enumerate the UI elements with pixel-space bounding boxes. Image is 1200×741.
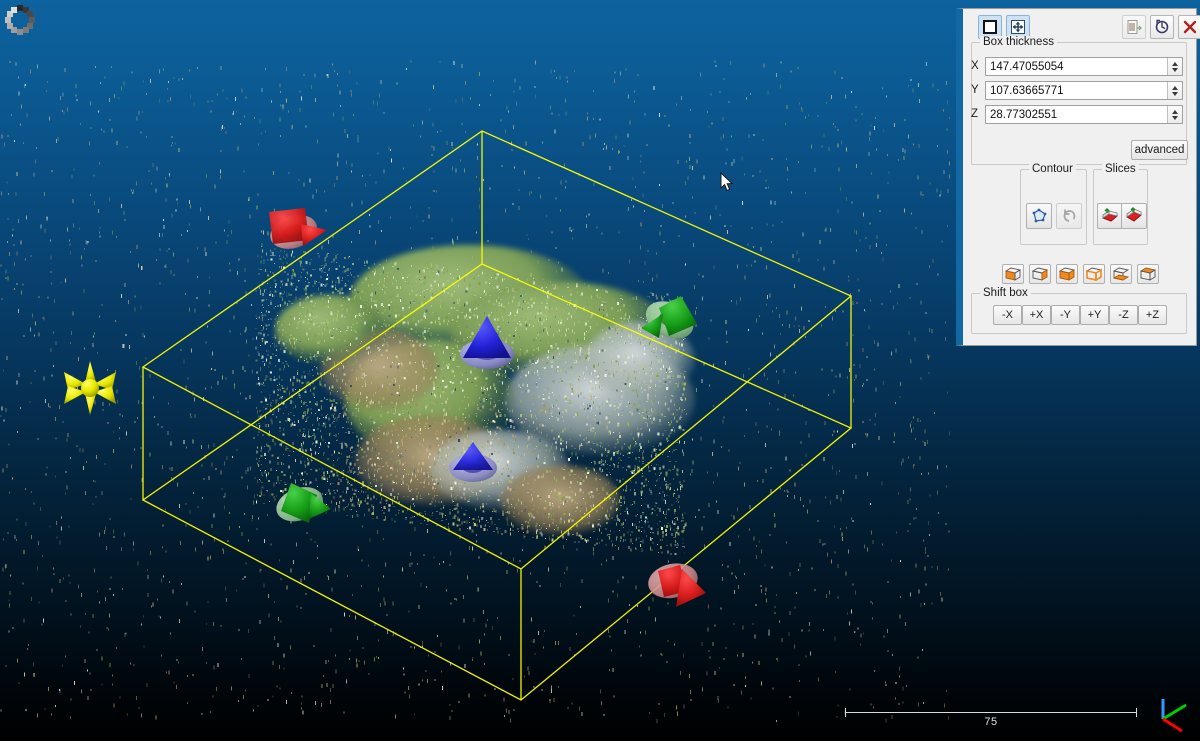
- box-thickness-x-value: 147.47055054: [990, 60, 1064, 73]
- box-thickness-x-spinbox[interactable]: 147.47055054: [985, 57, 1183, 76]
- stepper-up-icon: [1172, 85, 1178, 90]
- cube-face-back-icon: [1086, 267, 1102, 281]
- box-thickness-z-stepper[interactable]: [1167, 106, 1182, 123]
- extract-contour-button[interactable]: [1026, 203, 1052, 229]
- spinner-segment: [17, 29, 23, 35]
- busy-spinner: [4, 4, 36, 36]
- set-view-left-face-button[interactable]: [1002, 264, 1024, 284]
- shift-box-plus-x-button[interactable]: +X: [1022, 305, 1051, 325]
- box-thickness-y-value: 107.63665771: [990, 84, 1064, 97]
- advanced-button[interactable]: advanced: [1131, 140, 1188, 160]
- box-thickness-y-spinbox[interactable]: 107.63665771: [985, 81, 1183, 100]
- translation-gizmo-red-bottom: [648, 563, 706, 607]
- box-thickness-z-row: Z 28.77302551: [971, 105, 1183, 124]
- box-thickness-z-value: 28.77302551: [990, 108, 1058, 121]
- slice-multi-icon: [1126, 207, 1142, 222]
- stepper-down-icon: [1172, 91, 1178, 96]
- shift-box-minus-x-button[interactable]: -X: [993, 305, 1022, 325]
- axis-label-z: Z: [971, 108, 979, 120]
- move-arrows-icon: [1011, 20, 1025, 34]
- set-view-front-face-button[interactable]: [1056, 264, 1078, 284]
- shift-box-minus-y-button[interactable]: -Y: [1051, 305, 1080, 325]
- cube-face-left-icon: [1005, 267, 1021, 281]
- scale-bar-label: 75: [984, 716, 998, 728]
- slices-group: Slices: [1093, 163, 1148, 245]
- export-slice-button[interactable]: [1122, 15, 1146, 39]
- spinner-segment: [11, 6, 17, 13]
- application-window: 75 Box thickness X 147.47055054 Y 107.63…: [0, 0, 1200, 741]
- translation-gizmo-red-top: [269, 208, 327, 249]
- shift-box-plus-y-button[interactable]: +Y: [1080, 305, 1109, 325]
- close-button[interactable]: [1178, 15, 1200, 39]
- set-view-top-face-button[interactable]: [1137, 264, 1159, 284]
- export-multi-slices-button[interactable]: [1121, 203, 1147, 229]
- box-thickness-y-stepper[interactable]: [1167, 82, 1182, 99]
- set-view-right-face-button[interactable]: [1029, 264, 1051, 284]
- spinner-segment: [6, 23, 13, 29]
- slice-export-icon: [1101, 208, 1119, 222]
- translation-gizmo-yellow: [64, 361, 116, 415]
- scale-bar: 75: [845, 706, 1137, 736]
- shift-box-group: Shift box -X +X -Y +Y -Z +Z: [971, 287, 1187, 334]
- export-document-icon: [1127, 20, 1142, 34]
- axis-triad-icon: [1161, 699, 1187, 733]
- stepper-down-icon: [1172, 115, 1178, 120]
- export-slice-cloud-button[interactable]: [1097, 203, 1123, 229]
- slices-legend: Slices: [1102, 163, 1139, 175]
- reset-circle-icon: [1155, 19, 1169, 34]
- translation-gizmo-green-left: [276, 483, 331, 523]
- set-view-back-face-button[interactable]: [1083, 264, 1105, 284]
- axis-label-y: Y: [971, 84, 979, 96]
- box-thickness-x-row: X 147.47055054: [971, 57, 1183, 76]
- square-outline-icon: [983, 20, 997, 34]
- stepper-down-icon: [1172, 67, 1178, 72]
- shift-box-minus-z-button[interactable]: -Z: [1109, 305, 1138, 325]
- cube-face-front-icon: [1059, 267, 1075, 281]
- polygon-contour-icon: [1032, 208, 1047, 223]
- box-thickness-x-stepper[interactable]: [1167, 58, 1182, 75]
- cube-face-right-icon: [1032, 267, 1048, 281]
- box-thickness-legend: Box thickness: [980, 36, 1057, 48]
- cube-face-bottom-icon: [1113, 267, 1129, 281]
- remove-contour-button[interactable]: [1056, 203, 1082, 229]
- close-x-icon: [1183, 20, 1197, 34]
- contour-legend: Contour: [1029, 163, 1076, 175]
- shift-box-plus-z-button[interactable]: +Z: [1138, 305, 1167, 325]
- shift-box-legend: Shift box: [980, 287, 1031, 299]
- clipping-box-dialog[interactable]: Box thickness X 147.47055054 Y 107.63665…: [956, 8, 1200, 346]
- spinner-segment: [5, 17, 11, 23]
- set-view-bottom-face-button[interactable]: [1110, 264, 1132, 284]
- axis-label-x: X: [971, 60, 979, 72]
- reset-button[interactable]: [1150, 15, 1174, 39]
- box-face-toolbar: [1002, 264, 1162, 284]
- contour-group: Contour: [1020, 163, 1087, 245]
- stepper-up-icon: [1172, 61, 1178, 66]
- spinner-segment: [23, 27, 29, 34]
- cube-face-top-icon: [1140, 267, 1156, 281]
- undo-arrow-icon: [1063, 209, 1076, 222]
- scale-bar-line: [845, 712, 1137, 713]
- box-thickness-y-row: Y 107.63665771: [971, 81, 1183, 100]
- stepper-up-icon: [1172, 109, 1178, 114]
- box-thickness-z-spinbox[interactable]: 28.77302551: [985, 105, 1183, 124]
